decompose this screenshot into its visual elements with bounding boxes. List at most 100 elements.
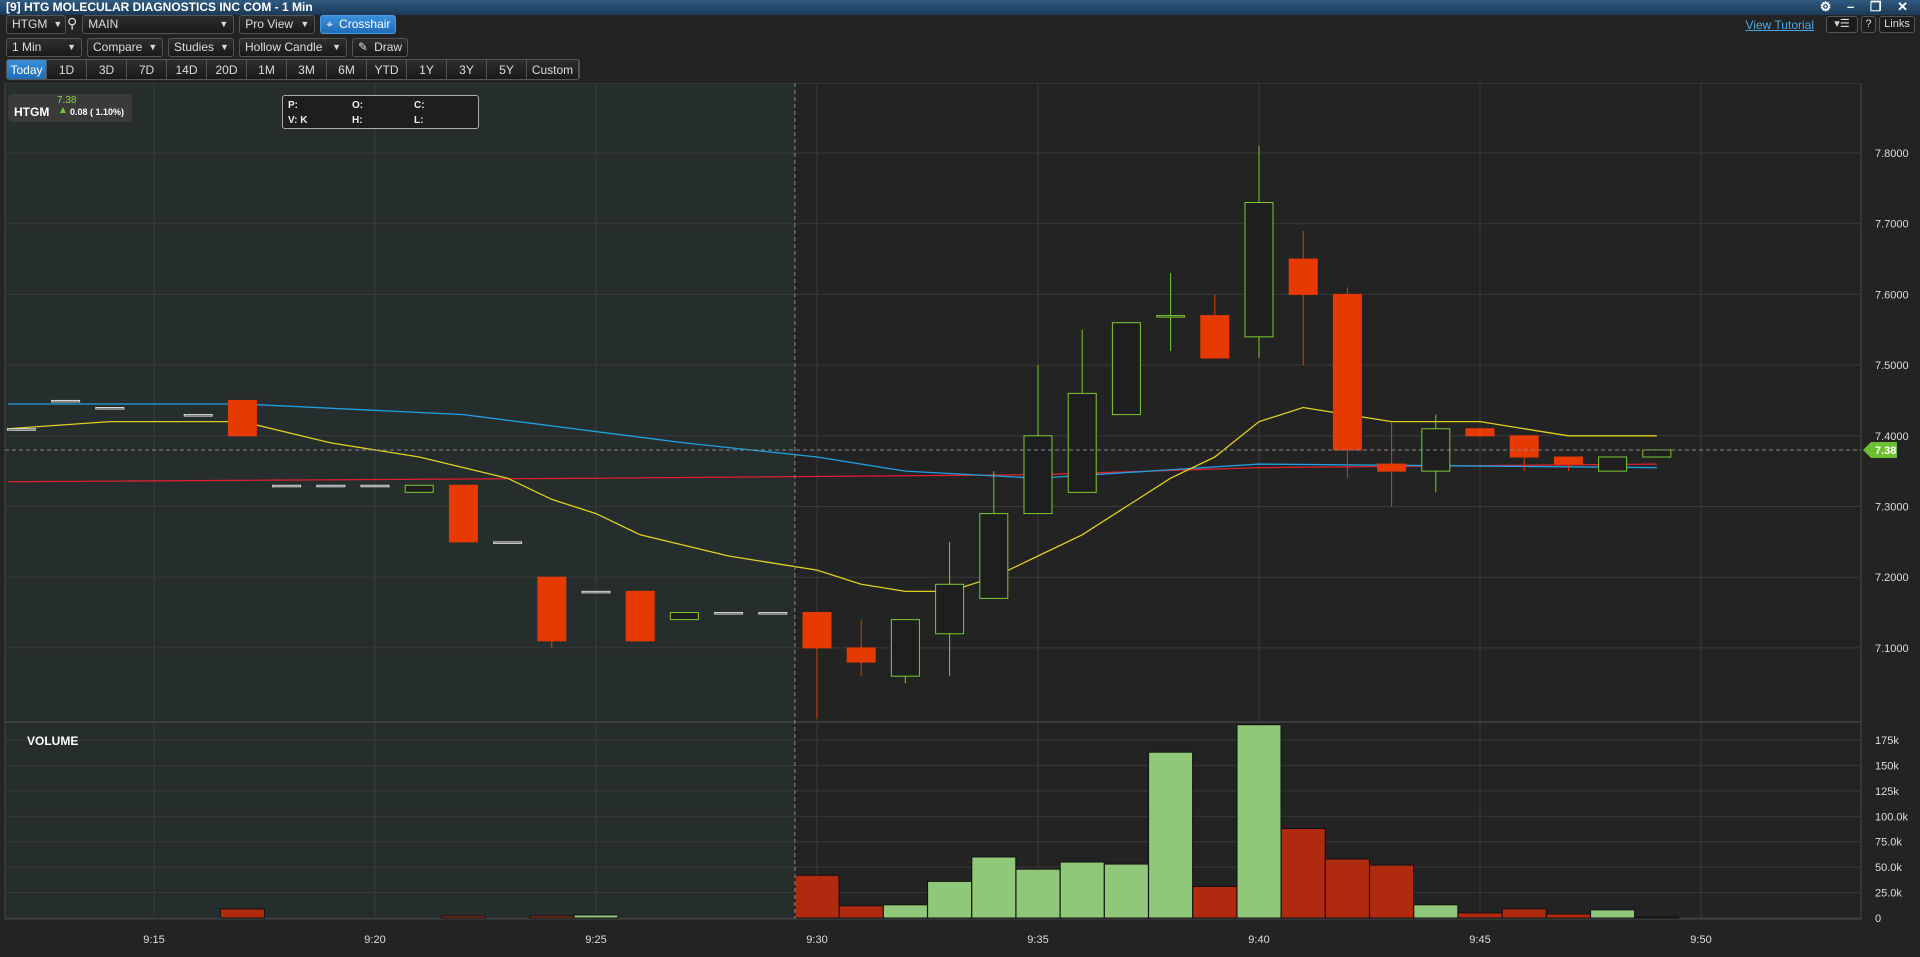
view-tutorial-link[interactable]: View Tutorial [1746, 18, 1814, 32]
info-c: C: [414, 100, 425, 111]
range-today[interactable]: Today [7, 60, 47, 79]
candle [6, 428, 36, 431]
chevron-down-icon: ▼ [332, 42, 341, 52]
volume-bar [971, 856, 1017, 919]
volume-bar [1369, 864, 1415, 919]
range-1m[interactable]: 1M [247, 60, 287, 79]
range-14d[interactable]: 14D [167, 60, 207, 79]
candle [1642, 449, 1672, 458]
help-button[interactable]: ? [1861, 16, 1876, 33]
candle [537, 576, 567, 642]
range-3d[interactable]: 3D [87, 60, 127, 79]
candle [1377, 463, 1407, 472]
range-ytd[interactable]: YTD [367, 60, 407, 79]
time-tick-label: 9:20 [364, 934, 385, 946]
volume-bar [1501, 908, 1547, 919]
range-1d[interactable]: 1D [47, 60, 87, 79]
info-l: L: [414, 115, 424, 126]
price-chart[interactable]: 7.1000 7.2000 7.3000 7.4000 7.5000 7.6000 7.70… [0, 83, 1920, 957]
studies-select[interactable]: Studies ▼ [168, 38, 234, 57]
range-selector: Today 1D 3D 7D 14D 20D 1M 3M 6M YTD 1Y 3Y 5Y Custom [6, 59, 580, 80]
range-1y[interactable]: 1Y [407, 60, 447, 79]
candle [846, 647, 876, 663]
time-tick-label: 9:40 [1248, 934, 1269, 946]
up-arrow-icon: ▲ [58, 105, 68, 116]
time-tick-label: 9:30 [806, 934, 827, 946]
volume-tick-label: 0 [1875, 913, 1881, 925]
candle [669, 612, 699, 621]
candle [935, 583, 965, 635]
search-icon[interactable]: ⚲ [67, 15, 77, 34]
volume-bar [440, 915, 486, 919]
volume-bar [1280, 827, 1326, 919]
candle [1465, 428, 1495, 437]
volume-bar [1192, 885, 1238, 919]
range-6m[interactable]: 6M [327, 60, 367, 79]
candle [581, 590, 611, 594]
menu-button[interactable]: ▾☰ [1826, 16, 1858, 33]
info-v: V: K [288, 115, 308, 126]
volume-bar [882, 904, 928, 919]
symbol-input[interactable]: HTGM ▼ [6, 15, 66, 34]
candle [1509, 435, 1539, 458]
volume-bar [1590, 909, 1636, 919]
quote-box: 7.38 HTGM ▲ 0.08 ( 1.10%) [8, 94, 132, 122]
candle [227, 399, 257, 437]
volume-tick-label: 175k [1875, 735, 1899, 747]
volume-bar [573, 914, 619, 919]
chevron-down-icon: ▼ [67, 42, 76, 52]
compare-select[interactable]: Compare ▼ [87, 38, 163, 57]
candle [802, 612, 832, 649]
volume-bar [1103, 863, 1149, 919]
window-controls[interactable]: ⚙ – ❐ ✕ [1820, 0, 1914, 14]
candle [272, 484, 302, 488]
range-3y[interactable]: 3Y [447, 60, 487, 79]
info-h: H: [352, 115, 363, 126]
time-tick-label: 9:25 [585, 934, 606, 946]
info-p: P: [288, 100, 298, 111]
window-title: [9] HTG MOLECULAR DIAGNOSTICS INC COM - … [0, 0, 1920, 15]
range-custom[interactable]: Custom [527, 60, 579, 79]
draw-button[interactable]: ✎ Draw [352, 38, 409, 57]
volume-bar [1413, 904, 1459, 919]
time-tick-label: 9:35 [1027, 934, 1048, 946]
range-5y[interactable]: 5Y [487, 60, 527, 79]
candle [1288, 258, 1318, 295]
ohlc-info-box: P: O: C: V: K H: L: [282, 95, 479, 129]
links-button[interactable]: Links [1879, 16, 1915, 33]
chevron-down-icon: ▼ [219, 19, 229, 29]
pencil-icon: ✎ [358, 40, 369, 54]
volume-tick-label: 50.0k [1875, 862, 1902, 874]
price-tick-label: 7.7000 [1875, 219, 1909, 231]
candle [1023, 435, 1053, 515]
crosshair-icon: ⌖ [326, 17, 334, 31]
premarket-shade [5, 83, 795, 919]
volume-bar [529, 915, 575, 919]
volume-bar [1634, 916, 1680, 919]
volume-bar [927, 880, 973, 919]
volume-bar [1324, 858, 1370, 919]
view-select[interactable]: Pro View ▼ [239, 15, 316, 34]
candle [316, 484, 346, 488]
candle [979, 513, 1009, 599]
price-tick-label: 7.2000 [1875, 572, 1909, 584]
range-3m[interactable]: 3M [287, 60, 327, 79]
layout-select[interactable]: MAIN ▼ [82, 15, 235, 34]
volume-bar [1015, 868, 1061, 919]
time-tick-label: 9:45 [1469, 934, 1490, 946]
range-7d[interactable]: 7D [127, 60, 167, 79]
candle [758, 612, 788, 615]
candle [1111, 322, 1141, 416]
candle [890, 619, 920, 677]
candle [95, 407, 125, 410]
last-price-tag-label: 7.38 [1875, 445, 1896, 457]
candle [1332, 293, 1362, 451]
range-20d[interactable]: 20D [207, 60, 247, 79]
volume-tick-label: 75.0k [1875, 837, 1902, 849]
volume-bar [1148, 751, 1194, 919]
chart-type-select[interactable]: Hollow Candle ▼ [239, 38, 347, 57]
candle [1067, 392, 1097, 493]
crosshair-button[interactable]: ⌖ Crosshair [320, 15, 397, 34]
interval-select[interactable]: 1 Min ▼ [6, 38, 82, 57]
price-tick-label: 7.1000 [1875, 643, 1909, 655]
